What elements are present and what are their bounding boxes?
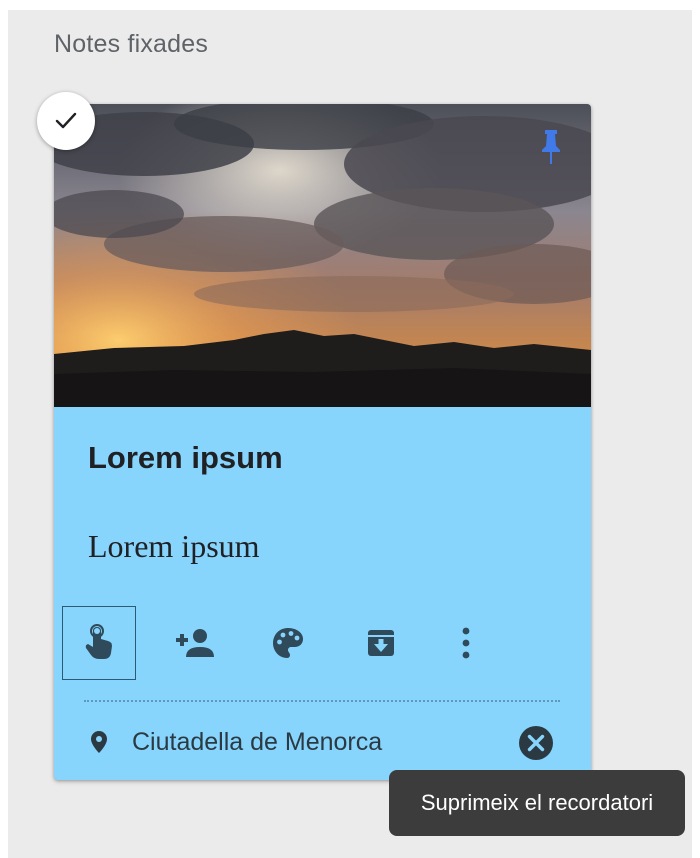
remove-reminder-icon[interactable] — [518, 725, 554, 761]
collaborator-button[interactable] — [157, 606, 231, 680]
palette-icon — [273, 628, 303, 658]
more-options-button[interactable] — [429, 606, 503, 680]
tooltip: Suprimeix el recordatori — [389, 770, 685, 836]
location-label: Ciutadella de Menorca — [132, 728, 383, 756]
remind-me-button[interactable] — [62, 606, 136, 680]
more-vert-icon — [462, 627, 470, 659]
section-title: Notes fixades — [54, 30, 209, 58]
collaborator-icon — [176, 629, 214, 657]
remind-me-icon — [85, 624, 112, 659]
archive-button[interactable] — [344, 606, 418, 680]
note-card[interactable]: Lorem ipsum Lorem ipsum Ciutadella de Me… — [54, 104, 591, 780]
location-reminder-chip[interactable]: Ciutadella de Menorca — [90, 722, 560, 764]
note-body[interactable]: Lorem ipsum — [88, 528, 260, 565]
checkmark-icon — [55, 112, 77, 129]
note-title[interactable]: Lorem ipsum — [88, 440, 283, 476]
card-divider — [84, 700, 560, 702]
color-palette-button[interactable] — [251, 606, 325, 680]
location-pin-icon — [91, 731, 107, 753]
archive-icon — [368, 630, 394, 656]
note-image — [54, 104, 591, 407]
select-note-checkbox[interactable] — [37, 92, 95, 150]
pin-icon[interactable] — [538, 128, 564, 166]
